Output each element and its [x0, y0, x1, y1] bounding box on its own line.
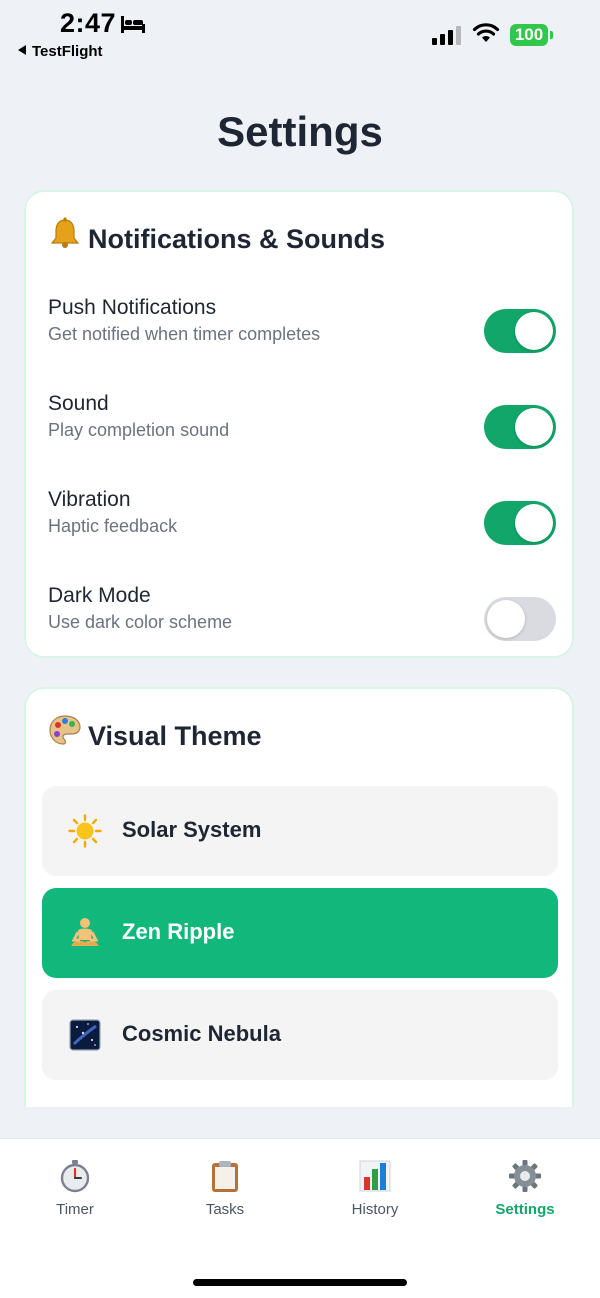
page-title: Settings: [217, 108, 383, 155]
bar-chart-icon: [359, 1160, 391, 1192]
vibration-toggle[interactable]: [484, 501, 556, 545]
tab-history[interactable]: History: [300, 1159, 450, 1219]
tab-label: History: [351, 1201, 399, 1218]
setting-label: Dark Mode: [48, 584, 151, 607]
setting-row-sound: Sound Play completion sound: [48, 392, 556, 472]
wifi-icon: [472, 23, 500, 42]
toggle-knob: [515, 408, 553, 446]
dark-mode-toggle[interactable]: [484, 597, 556, 641]
meditation-icon: [71, 918, 99, 946]
theme-option-label: Cosmic Nebula: [122, 1021, 281, 1046]
tab-timer[interactable]: Timer: [0, 1159, 150, 1219]
theme-option-zen-ripple[interactable]: Zen Ripple: [42, 888, 558, 978]
palette-icon: [49, 715, 81, 745]
setting-row-vibration: Vibration Haptic feedback: [48, 488, 556, 568]
push-notifications-toggle[interactable]: [484, 309, 556, 353]
status-bar: 2:47 TestFlight 100: [0, 0, 600, 70]
toggle-knob: [515, 504, 553, 542]
setting-label: Sound: [48, 392, 109, 415]
cellular-signal-icon: [432, 26, 461, 45]
theme-option-label: Zen Ripple: [122, 919, 235, 944]
back-arrow-icon: [18, 45, 26, 55]
tab-label: Tasks: [205, 1201, 245, 1218]
tab-settings[interactable]: Settings: [450, 1159, 600, 1219]
sound-toggle[interactable]: [484, 405, 556, 449]
setting-label: Vibration: [48, 488, 131, 511]
galaxy-icon: [69, 1019, 101, 1051]
notifications-card: Notifications & Sounds Push Notification…: [24, 190, 574, 658]
sleep-focus-icon: [121, 16, 145, 33]
battery-indicator: 100: [510, 24, 548, 46]
notifications-card-title: Notifications & Sounds: [48, 216, 385, 255]
tab-bar: Timer Tasks History Settings: [0, 1138, 600, 1298]
tab-label: Settings: [495, 1201, 555, 1218]
back-to-app-link[interactable]: TestFlight: [18, 43, 103, 60]
theme-option-cosmic-nebula[interactable]: Cosmic Nebula: [42, 990, 558, 1080]
setting-description: Haptic feedback: [48, 516, 178, 536]
setting-description: Play completion sound: [48, 420, 230, 440]
setting-description: Use dark color scheme: [48, 612, 233, 632]
setting-row-dark-mode: Dark Mode Use dark color scheme: [48, 584, 556, 664]
tab-label: Timer: [56, 1201, 94, 1218]
visual-theme-card-title: Visual Theme: [48, 713, 262, 752]
stopwatch-icon: [60, 1160, 90, 1193]
clipboard-icon: [212, 1161, 238, 1192]
toggle-knob: [487, 600, 525, 638]
toggle-knob: [515, 312, 553, 350]
theme-option-label: Solar System: [122, 817, 262, 842]
settings-screen: 2:47 TestFlight 100 Settings Notificatio…: [0, 0, 600, 1298]
battery-cap: [550, 31, 553, 39]
theme-option-solar-system[interactable]: Solar System: [42, 786, 558, 876]
sun-icon: [68, 814, 102, 848]
setting-label: Push Notifications: [48, 296, 217, 319]
tab-tasks[interactable]: Tasks: [150, 1159, 300, 1219]
setting-row-push-notifications: Push Notifications Get notified when tim…: [48, 296, 556, 376]
back-app-label: TestFlight: [32, 43, 103, 60]
home-indicator[interactable]: [193, 1279, 407, 1286]
gear-icon: [509, 1160, 541, 1192]
status-time: 2:47: [60, 8, 117, 38]
visual-theme-title-text: Visual Theme: [88, 721, 262, 751]
notifications-title-text: Notifications & Sounds: [88, 224, 385, 254]
setting-description: Get notified when timer completes: [48, 324, 321, 344]
bell-icon: [50, 217, 80, 248]
